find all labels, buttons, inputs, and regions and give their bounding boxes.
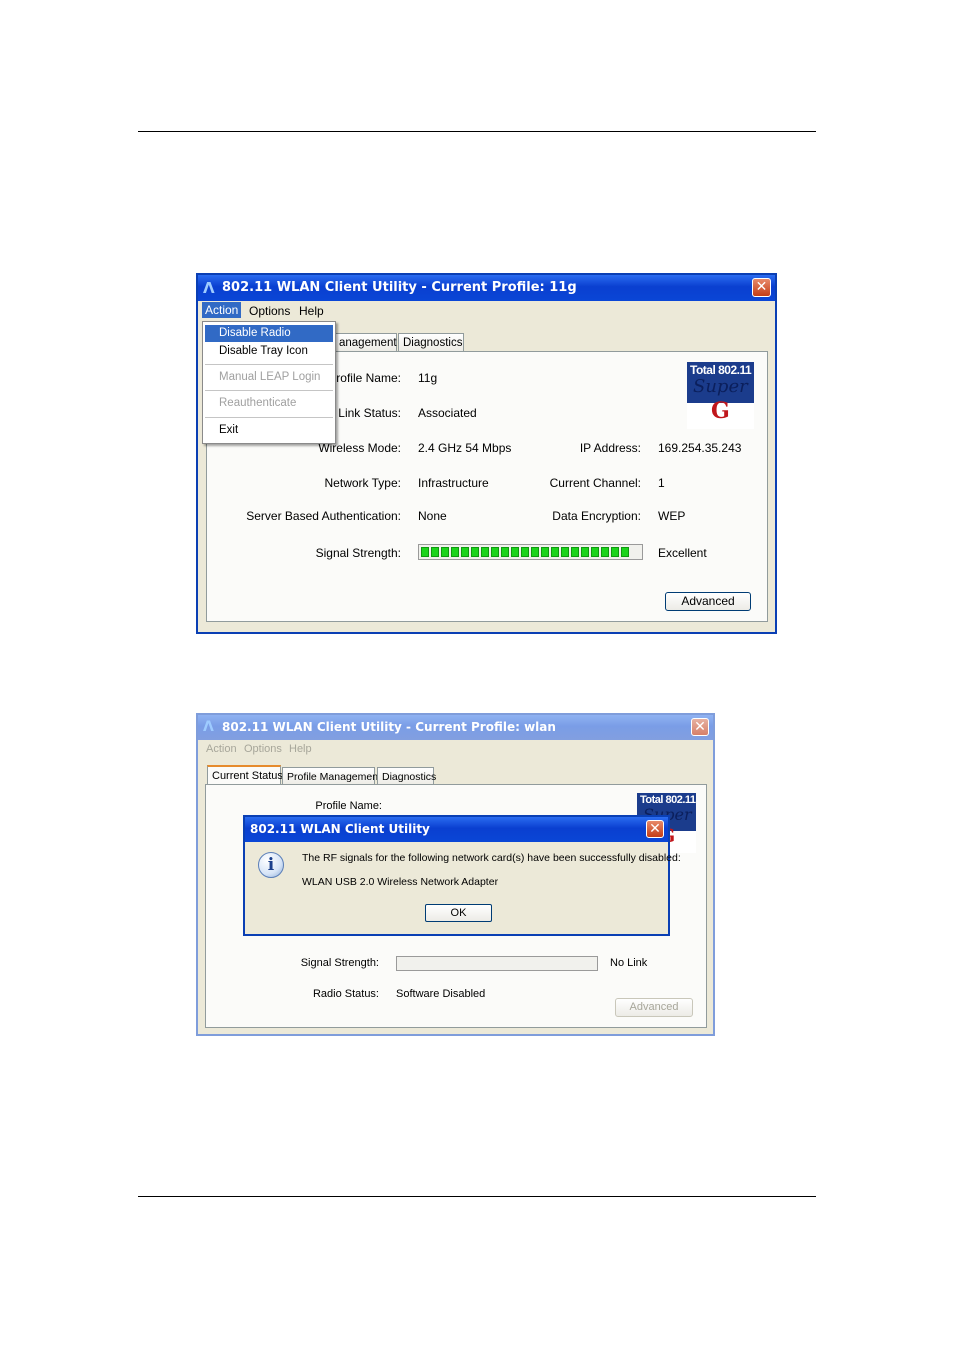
signal-strength-label: Signal Strength: [315, 546, 401, 560]
menu-item-reauthenticate[interactable]: Reauthenticate [205, 395, 333, 412]
tab-current-status[interactable]: Current Status [207, 765, 283, 784]
signal-segment [611, 547, 619, 557]
signal-segment [481, 547, 489, 557]
signal-segment [571, 547, 579, 557]
data-encryption-label: Data Encryption: [552, 509, 641, 523]
server-auth-label: Server Based Authentication: [246, 509, 401, 523]
signal-segment [461, 547, 469, 557]
close-icon: ✕ [755, 279, 768, 295]
signal-segment [451, 547, 459, 557]
ok-button[interactable]: OK [425, 904, 492, 922]
signal-segment [441, 547, 449, 557]
dialog-message: The RF signals for the following network… [302, 852, 681, 864]
title-bar[interactable]: Λ 802.11 WLAN Client Utility - Current P… [198, 275, 775, 301]
data-encryption-value: WEP [658, 509, 686, 523]
menu-bar: Action Options Help [198, 301, 775, 321]
dialog-title-bar[interactable]: 802.11 WLAN Client Utility ✕ [245, 817, 668, 842]
signal-segment [531, 547, 539, 557]
ip-address-label: IP Address: [579, 441, 641, 455]
signal-segment [601, 547, 609, 557]
title-bar[interactable]: Λ 802.11 WLAN Client Utility - Current P… [198, 715, 713, 740]
radio-status-value: Software Disabled [396, 988, 486, 1000]
menu-separator [205, 417, 333, 418]
top-rule [138, 131, 816, 132]
close-icon: ✕ [694, 719, 706, 735]
tab-diagnostics[interactable]: Diagnostics [377, 767, 436, 785]
signal-segment [621, 547, 629, 557]
profile-name-label: Profile Name: [315, 800, 382, 812]
signal-segment [581, 547, 589, 557]
signal-segment [421, 547, 429, 557]
app-logo-icon: Λ [203, 279, 215, 297]
signal-strength-label: Signal Strength: [300, 957, 379, 969]
menu-action[interactable]: Action [203, 742, 240, 756]
signal-segment [511, 547, 519, 557]
signal-segment [501, 547, 509, 557]
network-type-label: Network Type: [324, 476, 401, 490]
advanced-button[interactable]: Advanced [665, 592, 751, 611]
menu-bar: Action Options Help [198, 740, 713, 760]
menu-options[interactable]: Options [246, 303, 293, 319]
radio-disabled-dialog: 802.11 WLAN Client Utility ✕ i The RF si… [243, 815, 681, 936]
current-channel-label: Current Channel: [549, 476, 641, 490]
dialog-title: 802.11 WLAN Client Utility [250, 822, 430, 836]
tab-profile-management[interactable]: anagement [334, 333, 397, 351]
dialog-close-button[interactable]: ✕ [646, 820, 664, 838]
menu-action[interactable]: Action [202, 302, 242, 318]
signal-segment [471, 547, 479, 557]
info-icon: i [258, 852, 284, 878]
app-logo-icon: Λ [203, 719, 214, 735]
logo-text-total: Total 802.11 [690, 363, 752, 377]
menu-separator [205, 390, 333, 391]
signal-segment [521, 547, 529, 557]
link-status-label: Link Status: [338, 406, 401, 420]
signal-strength-bar [418, 544, 643, 560]
signal-segment [551, 547, 559, 557]
window-title: 802.11 WLAN Client Utility - Current Pro… [222, 280, 577, 295]
menu-item-exit[interactable]: Exit [205, 422, 333, 439]
close-button[interactable]: ✕ [752, 278, 771, 297]
menu-item-disable-radio[interactable]: Disable Radio [205, 325, 333, 342]
menu-options[interactable]: Options [241, 742, 285, 756]
wlan-utility-window-1: Λ 802.11 WLAN Client Utility - Current P… [196, 273, 777, 634]
signal-segment [561, 547, 569, 557]
action-dropdown-menu: Disable Radio Disable Tray Icon Manual L… [202, 321, 336, 444]
menu-help[interactable]: Help [286, 742, 315, 756]
bottom-rule [138, 1196, 816, 1197]
signal-segment [491, 547, 499, 557]
menu-separator [205, 364, 333, 365]
signal-strength-value: No Link [610, 957, 648, 969]
server-auth-value: None [418, 509, 447, 523]
close-button[interactable]: ✕ [691, 718, 709, 736]
profile-name-value: 11g [418, 371, 438, 385]
signal-segment [541, 547, 549, 557]
dialog-adapter-name: WLAN USB 2.0 Wireless Network Adapter [302, 876, 499, 888]
radio-status-label: Radio Status: [312, 988, 379, 1000]
tab-profile-management[interactable]: Profile Management [282, 767, 381, 785]
window-title: 802.11 WLAN Client Utility - Current Pro… [222, 720, 556, 734]
menu-item-manual-leap-login[interactable]: Manual LEAP Login [205, 369, 333, 386]
menu-help[interactable]: Help [296, 303, 327, 319]
close-icon: ✕ [649, 821, 661, 837]
menu-item-disable-tray-icon[interactable]: Disable Tray Icon [205, 343, 333, 360]
advanced-button[interactable]: Advanced [615, 998, 693, 1017]
ip-address-value: 169.254.35.243 [658, 441, 742, 455]
wireless-mode-value: 2.4 GHz 54 Mbps [418, 441, 512, 455]
total-80211-super-g-logo: Total 802.11 Super G [687, 362, 754, 429]
current-channel-value: 1 [658, 476, 665, 490]
signal-strength-bar [396, 956, 598, 971]
signal-segment [431, 547, 439, 557]
logo-text-super: Super [693, 376, 748, 397]
tab-diagnostics[interactable]: Diagnostics [398, 333, 464, 351]
signal-strength-value: Excellent [658, 546, 707, 560]
network-type-value: Infrastructure [418, 476, 489, 490]
logo-text-g: G [711, 398, 730, 424]
profile-name-label: Profile Name: [328, 371, 401, 385]
link-status-value: Associated [418, 406, 477, 420]
signal-segment [591, 547, 599, 557]
